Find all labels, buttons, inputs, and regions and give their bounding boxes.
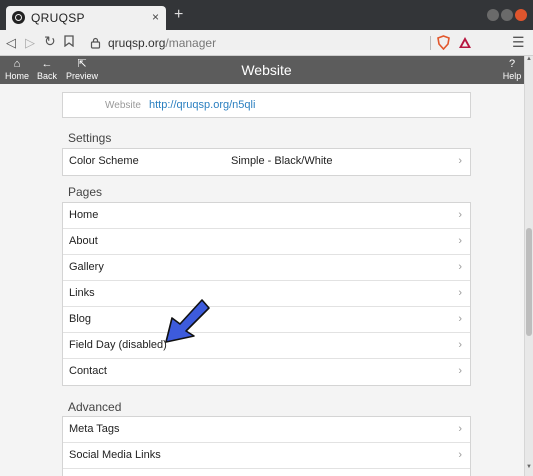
chevron-right-icon: › <box>458 155 462 167</box>
brave-shield-icon[interactable] <box>437 35 450 51</box>
window-controls <box>487 9 527 21</box>
pages-row-contact[interactable]: Contact › <box>63 359 470 385</box>
advanced-row-partial[interactable] <box>63 469 470 476</box>
row-label: Field Day (disabled) <box>69 339 167 351</box>
row-label: Contact <box>69 365 107 377</box>
forward-arrow-icon[interactable]: ▷ <box>25 35 35 51</box>
advanced-row-social-media-links[interactable]: Social Media Links › <box>63 443 470 469</box>
row-label: Home <box>69 209 99 221</box>
bookmark-icon[interactable] <box>64 35 74 50</box>
menu-icon[interactable]: ☰ <box>512 34 525 51</box>
browser-tab[interactable]: QRUQSP × <box>6 6 166 30</box>
pages-row-gallery[interactable]: Gallery › <box>63 255 470 281</box>
tab-close-icon[interactable]: × <box>152 10 159 24</box>
row-label: Meta Tags <box>69 423 120 435</box>
back-arrow-icon[interactable]: ◁ <box>6 35 16 51</box>
pages-row-field-day[interactable]: Field Day (disabled) › <box>63 333 470 359</box>
chevron-right-icon: › <box>458 339 462 351</box>
reload-icon[interactable]: ↻ <box>44 33 56 50</box>
website-link[interactable]: http://qruqsp.org/n5qli <box>149 99 255 111</box>
pages-row-links[interactable]: Links › <box>63 281 470 307</box>
pages-row-blog[interactable]: Blog › <box>63 307 470 333</box>
help-button[interactable]: ? Help <box>500 58 524 81</box>
browser-toolbar: ◁ ▷ ↻ qruqsp.org/manager ☰ <box>0 30 533 56</box>
advanced-row-meta-tags[interactable]: Meta Tags › <box>63 417 470 443</box>
row-label: Blog <box>69 313 92 325</box>
pages-row-about[interactable]: About › <box>63 229 470 255</box>
pages-row-home[interactable]: Home › <box>63 203 470 229</box>
chevron-right-icon: › <box>458 365 462 377</box>
lock-icon <box>90 36 101 49</box>
chevron-right-icon: › <box>458 449 462 461</box>
website-url-box: Website http://qruqsp.org/n5qli <box>62 92 471 118</box>
url-path: /manager <box>165 36 217 50</box>
tab-title: QRUQSP <box>31 11 85 25</box>
settings-row-color-scheme[interactable]: Color Scheme Simple - Black/White › <box>63 149 470 175</box>
address-bar[interactable]: qruqsp.org/manager <box>108 36 216 50</box>
pages-list: Home › About › Gallery › Links › Blog › … <box>62 202 471 386</box>
settings-heading: Settings <box>68 131 112 145</box>
settings-list: Color Scheme Simple - Black/White › <box>62 148 471 176</box>
row-label: Color Scheme <box>69 155 139 167</box>
row-value: Simple - Black/White <box>231 155 333 167</box>
main-content: Website http://qruqsp.org/n5qli Settings… <box>0 84 524 476</box>
annotation-arrow-icon <box>165 299 210 343</box>
toolbar-divider <box>430 36 431 50</box>
chevron-right-icon: › <box>458 261 462 273</box>
advanced-list: Meta Tags › Social Media Links › <box>62 416 471 476</box>
chevron-right-icon: › <box>458 423 462 435</box>
scroll-down-icon[interactable]: ▼ <box>526 464 532 470</box>
help-label: Help <box>502 71 522 81</box>
app-header: ⌂ Home ← Back ⇱ Preview Website ? Help <box>0 56 533 84</box>
minimize-icon[interactable] <box>487 9 499 21</box>
maximize-icon[interactable] <box>501 9 513 21</box>
chevron-right-icon: › <box>458 235 462 247</box>
row-label: Links <box>69 287 95 299</box>
chevron-right-icon: › <box>458 313 462 325</box>
new-tab-icon[interactable]: + <box>174 6 183 24</box>
page-title: Website <box>241 62 292 78</box>
browser-window: QRUQSP × + ◁ ▷ ↻ qruqsp.org/manager ☰ ⌂ … <box>0 0 533 476</box>
row-label: Gallery <box>69 261 104 273</box>
pages-heading: Pages <box>68 185 103 199</box>
chevron-right-icon: › <box>458 287 462 299</box>
window-close-icon[interactable] <box>515 9 527 21</box>
help-icon: ? <box>508 58 516 70</box>
row-label: About <box>69 235 98 247</box>
favicon-icon <box>12 11 25 24</box>
tab-strip: QRUQSP × + <box>0 0 533 30</box>
url-host: qruqsp.org <box>108 36 166 50</box>
page-scrollbar[interactable]: ▲ ▼ <box>524 56 533 476</box>
advanced-heading: Advanced <box>68 400 122 414</box>
scroll-thumb[interactable] <box>526 228 532 336</box>
brave-rewards-icon[interactable] <box>458 36 472 49</box>
website-label: Website <box>105 100 141 111</box>
row-label: Social Media Links <box>69 449 161 461</box>
chevron-right-icon: › <box>458 209 462 221</box>
scroll-up-icon[interactable]: ▲ <box>526 56 532 62</box>
